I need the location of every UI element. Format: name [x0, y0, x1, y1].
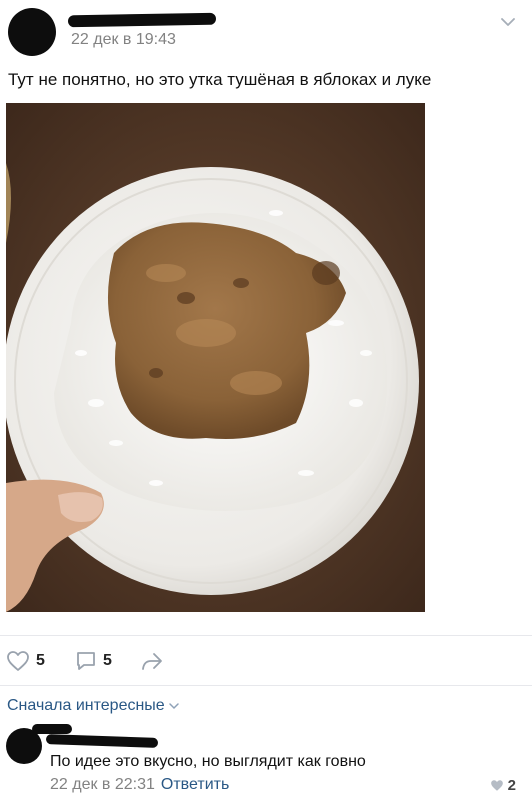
reply-button[interactable]: Ответить: [161, 776, 229, 793]
like-count: 5: [36, 652, 45, 669]
heart-icon: [490, 780, 503, 791]
comment-button[interactable]: 5: [75, 650, 112, 672]
post-menu-chevron-icon[interactable]: [500, 14, 516, 30]
comment-like-count: 2: [507, 777, 516, 794]
comment-meta: 22 дек в 22:31 Ответить: [50, 776, 229, 794]
post-photo[interactable]: [6, 103, 425, 612]
comments-sort-dropdown[interactable]: Сначала интересные: [7, 697, 179, 715]
like-button[interactable]: 5: [6, 650, 45, 672]
comment-icon: [77, 652, 95, 670]
post-text: Тут не понятно, но это утка тушёная в яб…: [8, 70, 432, 89]
comment-date[interactable]: 22 дек в 22:31: [50, 776, 155, 793]
share-button[interactable]: [140, 650, 164, 672]
divider: [0, 685, 532, 686]
share-arrow-icon: [142, 653, 162, 670]
post-actions-bar: 5 5: [0, 635, 532, 681]
comment-text: По идее это вкусно, но выглядит как говн…: [50, 753, 366, 770]
comment-item: По идее это вкусно, но выглядит как говн…: [0, 722, 532, 804]
comment-count: 5: [103, 652, 112, 669]
author-avatar[interactable]: [8, 8, 56, 56]
chevron-down-icon: [168, 703, 179, 710]
heart-icon: [7, 651, 29, 671]
post-date[interactable]: 22 дек в 19:43: [71, 31, 176, 49]
commenter-name-redacted: [32, 724, 72, 734]
comment-like-button[interactable]: 2: [490, 777, 516, 794]
post-header: 22 дек в 19:43: [0, 0, 532, 60]
sort-label: Сначала интересные: [7, 697, 165, 714]
commenter-name-redacted[interactable]: [45, 734, 159, 748]
author-name-redacted[interactable]: [67, 12, 217, 28]
